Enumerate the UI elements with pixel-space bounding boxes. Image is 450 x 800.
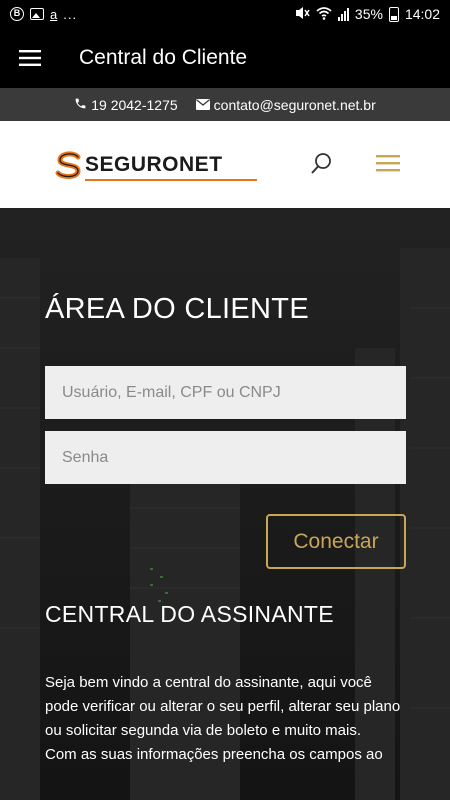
area-title: ÁREA DO CLIENTE [45, 293, 309, 325]
central-title: CENTRAL DO ASSINANTE [45, 601, 334, 627]
site-menu-icon[interactable] [375, 152, 401, 174]
seguronet-logo[interactable]: SEGURONET [54, 145, 257, 185]
hamburger-menu-icon[interactable] [0, 28, 60, 88]
email-address: contato@seguronet.net.br [213, 96, 376, 113]
username-input[interactable] [45, 366, 406, 419]
status-bar-right: 35% 14:02 [294, 6, 440, 23]
battery-icon [388, 6, 399, 22]
envelope-icon [195, 97, 210, 113]
intro-text: Seja bem vindo a central do assinante, a… [45, 671, 406, 767]
app-bar: Central do Cliente [0, 28, 450, 88]
logo-wordmark: SEGURONET [85, 152, 257, 181]
connect-button[interactable]: Conectar [266, 514, 406, 569]
logo-text-accent: NET [179, 152, 223, 176]
password-input[interactable] [45, 431, 406, 484]
logo-s-mark [54, 150, 84, 180]
site-header: SEGURONET [0, 121, 450, 208]
mute-vibrate-icon [294, 6, 310, 23]
contact-strip: 19 2042-1275 contato@seguronet.net.br [0, 88, 450, 121]
more-dots-icon: ... [63, 6, 78, 22]
contact-phone[interactable]: 19 2042-1275 [74, 96, 178, 113]
hero-section: ÁREA DO CLIENTE Conectar CENTRAL DO ASSI… [0, 208, 450, 800]
phone-number: 19 2042-1275 [91, 96, 178, 113]
status-bar-left: B a ... [10, 7, 77, 22]
app-title: Central do Cliente [79, 46, 248, 69]
clock: 14:02 [404, 6, 440, 22]
wifi-icon [316, 6, 332, 23]
logo-underline [85, 178, 257, 181]
b-circle-icon: B [10, 7, 24, 21]
image-icon [30, 8, 44, 20]
intro-paragraph-1: Seja bem vindo a central do assinante, a… [45, 674, 401, 739]
contact-email[interactable]: contato@seguronet.net.br [195, 96, 376, 113]
signal-icon [337, 7, 349, 21]
a-underline-icon: a [50, 6, 58, 22]
battery-percent: 35% [354, 6, 383, 22]
phone-icon [74, 97, 87, 113]
logo-text-main: SEGURO [85, 152, 180, 176]
search-icon[interactable] [310, 151, 334, 175]
intro-paragraph-2: Com as suas informações preencha os camp… [45, 746, 383, 763]
status-bar: B a ... 35% 14:02 [0, 0, 450, 28]
